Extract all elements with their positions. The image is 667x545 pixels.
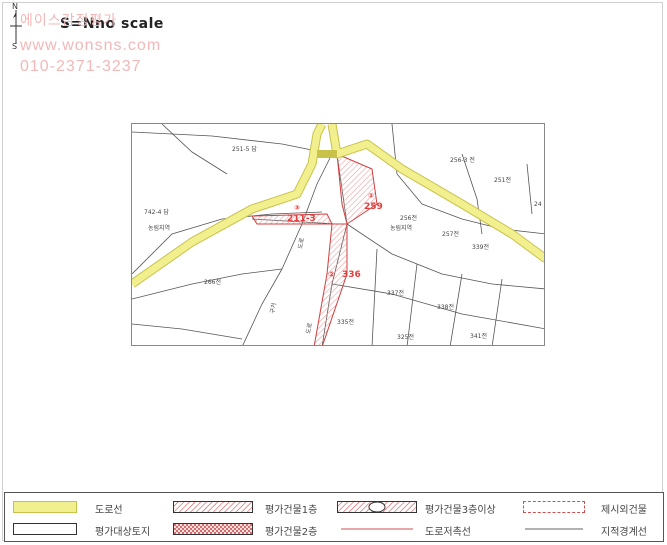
watermark-url: www.wonsns.com <box>20 37 162 54</box>
subject-number: ② <box>328 270 335 279</box>
subject-number: ③ <box>294 204 300 212</box>
subject-parcel-259 <box>336 153 378 225</box>
parcel-label: 338전 <box>437 303 454 311</box>
boundary-line <box>132 323 243 340</box>
road-label: 구거 <box>268 302 278 314</box>
boundary-line <box>526 163 533 215</box>
legend-swatch-redline <box>341 528 413 530</box>
parcel-label: 339전 <box>472 243 489 251</box>
legend-label: 평가건물2층 <box>265 527 318 538</box>
parcel-label: 742-4 답 <box>144 209 169 216</box>
legend-swatch-plain <box>13 523 77 535</box>
legend-label: 제시외건물 <box>601 505 647 516</box>
watermark-phone: 010-2371-3237 <box>20 58 142 75</box>
subject-number: ① <box>368 192 374 200</box>
boundary-line <box>491 278 503 345</box>
legend-swatch-greyline <box>525 528 583 530</box>
legend-label: 평가건물3층이상 <box>425 505 496 516</box>
watermark-name: 에이스감정평가 <box>20 12 118 28</box>
subject-lot: 259 <box>364 202 383 212</box>
cadastral-map-svg: 251-5 답 256-3 전 251전 24 742-4 답 농림지역 256… <box>132 124 544 345</box>
parcel-label: 256전 <box>400 214 417 222</box>
boundary-line <box>461 153 483 235</box>
road-label: 도로 <box>305 322 314 335</box>
north-label: N <box>12 2 18 11</box>
parcel-label: 325전 <box>397 333 414 341</box>
boundary-line <box>371 248 378 345</box>
subject-parcel-336 <box>313 223 348 345</box>
subject-parcels <box>251 153 378 345</box>
subject-lot: 211-3 <box>287 214 316 224</box>
legend-label: 평가대상토지 <box>95 527 151 538</box>
parcel-label: 24 <box>534 201 542 208</box>
parcel-label: 335전 <box>337 318 354 326</box>
legend-swatch-road <box>13 501 77 513</box>
legend-swatch-dashed <box>523 501 585 513</box>
parcel-label: 266전 <box>204 278 221 286</box>
south-label: S <box>12 42 18 51</box>
map-legend: 도로선 평가건물1층 평가건물3층이상 제시외건물 평가대상토지 평가건물2층 … <box>4 492 664 542</box>
legend-label: 도로저촉선 <box>425 527 471 538</box>
legend-label: 도로선 <box>95 505 123 516</box>
zone-label: 농림지역 <box>390 224 412 232</box>
legend-swatch-cross <box>173 523 253 535</box>
boundary-line <box>132 131 323 153</box>
parcel-label: 337전 <box>387 289 404 297</box>
boundary-line <box>161 124 228 175</box>
parcel-label: 257전 <box>442 230 459 238</box>
parcel-label: 251-5 답 <box>232 146 257 153</box>
road-label: 도로 <box>297 237 306 250</box>
parcel-label: 341전 <box>470 332 487 340</box>
legend-label: 평가건물1층 <box>265 505 318 516</box>
legend-label: 지적경계선 <box>601 527 647 538</box>
parcel-label: 251전 <box>494 176 511 184</box>
legend-swatch-circle <box>337 501 417 513</box>
legend-swatch-hatch <box>173 501 253 513</box>
subject-lot: 336 <box>342 270 361 280</box>
parcel-label: 256-3 전 <box>450 156 475 164</box>
cadastral-map: 251-5 답 256-3 전 251전 24 742-4 답 농림지역 256… <box>131 123 545 346</box>
zone-label: 농림지역 <box>148 224 170 232</box>
